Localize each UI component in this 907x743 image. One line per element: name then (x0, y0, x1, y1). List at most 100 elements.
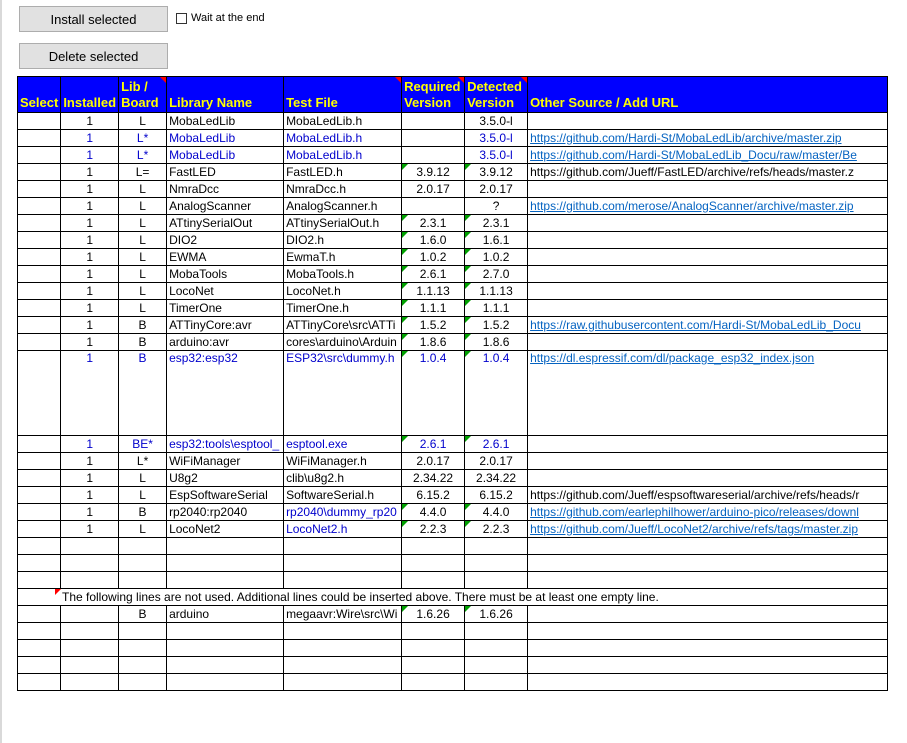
empty-cell[interactable] (118, 639, 168, 657)
empty-cell[interactable] (166, 537, 285, 555)
url-cell[interactable]: https://github.com/Jueff/LocoNet2/archiv… (527, 520, 889, 538)
empty-cell[interactable] (16, 622, 62, 640)
empty-cell[interactable] (527, 673, 889, 691)
empty-cell[interactable] (401, 554, 466, 572)
empty-cell[interactable] (166, 639, 285, 657)
empty-cell[interactable] (60, 673, 120, 691)
unused-row[interactable]: Barduino megaavr:Wire\src\Wi 1.6.26 1.6.26 (16, 605, 889, 623)
empty-cell[interactable] (60, 656, 120, 674)
empty-cell[interactable] (60, 537, 120, 555)
empty-cell[interactable] (464, 622, 529, 640)
empty-cell[interactable] (283, 656, 403, 674)
empty-cell[interactable] (464, 639, 529, 657)
empty-cell[interactable] (401, 639, 466, 657)
table-row[interactable]: 1 L MobaLedLib MobaLedLib.h 3.5.0-l (16, 112, 889, 130)
select-cell[interactable] (16, 231, 62, 249)
table-row[interactable]: 1 L U8g2 clib\u8g2.h 2.34.22 2.34.22 (16, 469, 889, 487)
table-row[interactable]: 1 L* WiFiManager WiFiManager.h 2.0.17 2.0.17 (16, 452, 889, 470)
table-row[interactable]: 1 L EWMA EwmaT.h 1.0.2 1.0.2 (16, 248, 889, 266)
empty-cell[interactable] (60, 622, 120, 640)
select-cell[interactable] (16, 333, 62, 351)
empty-cell[interactable] (464, 656, 529, 674)
empty-cell[interactable] (166, 571, 285, 589)
empty-cell[interactable] (60, 571, 120, 589)
empty-cell[interactable] (401, 622, 466, 640)
table-row[interactable]: 1 L DIO2 DIO2.h 1.6.0 1.6.1 (16, 231, 889, 249)
empty-cell[interactable] (60, 554, 120, 572)
table-row[interactable]: 1 L* MobaLedLib MobaLedLib.h 3.5.0-l https://… (16, 129, 889, 147)
empty-cell[interactable] (16, 571, 62, 589)
select-cell[interactable] (16, 299, 62, 317)
empty-cell[interactable] (464, 537, 529, 555)
url-cell[interactable]: https://github.com/merose/AnalogScanner/… (527, 197, 889, 215)
select-cell[interactable] (16, 469, 62, 487)
empty-row[interactable] (16, 639, 889, 657)
empty-cell[interactable] (118, 622, 168, 640)
table-row[interactable]: 1 L LocoNet LocoNet.h 1.1.13 1.1.13 (16, 282, 889, 300)
table-row[interactable]: 1 L NmraDcc NmraDcc.h 2.0.17 2.0.17 (16, 180, 889, 198)
table-row[interactable]: 1 L ATtinySerialOut ATtinySerialOut.h 2.3.1 2… (16, 214, 889, 232)
table-row[interactable]: 1 L TimerOne TimerOne.h 1.1.1 1.1.1 (16, 299, 889, 317)
table-row[interactable]: 1 BE* esp32:tools\esptool_ esptool.exe 2.6.1… (16, 435, 889, 453)
empty-cell[interactable] (527, 639, 889, 657)
empty-cell[interactable] (464, 673, 529, 691)
url-cell[interactable]: https://github.com/Hardi-St/MobaLedLib_D… (527, 146, 889, 164)
empty-cell[interactable] (118, 554, 168, 572)
wait-at-end-option[interactable]: Wait at the end (176, 12, 265, 24)
empty-row[interactable] (16, 554, 889, 572)
select-cell[interactable] (16, 248, 62, 266)
empty-cell[interactable] (283, 639, 403, 657)
empty-cell[interactable] (60, 639, 120, 657)
empty-cell[interactable] (283, 571, 403, 589)
select-cell[interactable] (16, 112, 62, 130)
empty-cell[interactable] (527, 571, 889, 589)
table-row[interactable]: 1 L EspSoftwareSerial SoftwareSerial.h 6.15.… (16, 486, 889, 504)
empty-cell[interactable] (283, 554, 403, 572)
empty-cell[interactable] (283, 673, 403, 691)
empty-cell[interactable] (527, 656, 889, 674)
table-row[interactable]: 1 L LocoNet2 LocoNet2.h 2.2.3 2.2.3 https://gi… (16, 520, 889, 538)
select-cell[interactable] (16, 520, 62, 538)
empty-cell[interactable] (16, 554, 62, 572)
select-cell[interactable] (16, 316, 62, 334)
select-cell[interactable] (16, 265, 62, 283)
table-row[interactable]: 1 L AnalogScanner AnalogScanner.h? https://g… (16, 197, 889, 215)
empty-cell[interactable] (401, 673, 466, 691)
table-row[interactable]: 1 L* MobaLedLib MobaLedLib.h 3.5.0-l https://… (16, 146, 889, 164)
empty-cell[interactable] (118, 537, 168, 555)
empty-row[interactable] (16, 571, 889, 589)
select-cell[interactable] (16, 486, 62, 504)
empty-row[interactable] (16, 673, 889, 691)
empty-row[interactable] (16, 656, 889, 674)
empty-cell[interactable] (283, 537, 403, 555)
empty-cell[interactable] (401, 537, 466, 555)
table-row[interactable]: 1 B ATTinyCore:avr ATTinyCore\src\ATTi 1.5.2… (16, 316, 889, 334)
empty-cell[interactable] (118, 656, 168, 674)
empty-cell[interactable] (527, 554, 889, 572)
wait-at-end-checkbox[interactable] (176, 12, 187, 24)
empty-cell[interactable] (166, 656, 285, 674)
empty-cell[interactable] (401, 656, 466, 674)
select-cell[interactable] (16, 452, 62, 470)
empty-cell[interactable] (118, 673, 168, 691)
table-row[interactable]: 1 L MobaTools MobaTools.h 2.6.1 2.7.0 (16, 265, 889, 283)
url-cell[interactable]: https://github.com/Hardi-St/MobaLedLib/a… (527, 129, 889, 147)
table-row[interactable]: 1 Besp32:esp32 ESP32\src\dummy.h 1.0.4 1.0.4… (16, 350, 889, 436)
select-cell[interactable] (16, 180, 62, 198)
select-cell[interactable] (16, 435, 62, 453)
select-cell[interactable] (16, 503, 62, 521)
delete-selected-button[interactable]: Delete selected (19, 43, 168, 69)
empty-cell[interactable] (166, 622, 285, 640)
url-cell[interactable]: https://dl.espressif.com/dl/package_esp3… (527, 350, 889, 436)
url-cell[interactable]: https://raw.githubusercontent.com/Hardi-… (527, 316, 889, 334)
empty-row[interactable] (16, 622, 889, 640)
empty-cell[interactable] (16, 639, 62, 657)
empty-cell[interactable] (166, 673, 285, 691)
select-cell[interactable] (16, 197, 62, 215)
empty-cell[interactable] (401, 571, 466, 589)
empty-cell[interactable] (527, 537, 889, 555)
select-cell[interactable] (16, 129, 62, 147)
select-cell[interactable] (16, 282, 62, 300)
select-cell[interactable] (16, 350, 62, 436)
empty-cell[interactable] (16, 656, 62, 674)
